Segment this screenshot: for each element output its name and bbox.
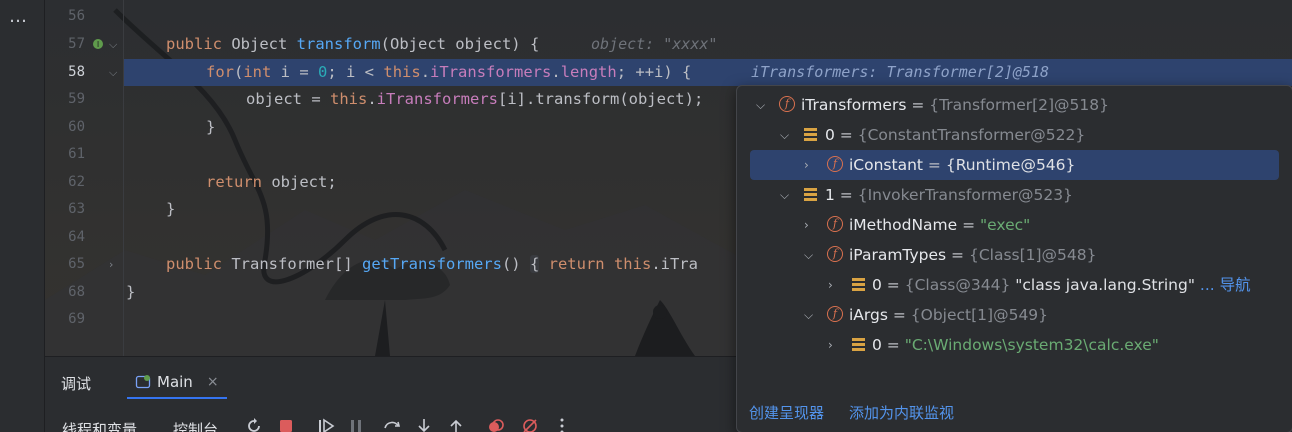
variable-entry: iConstant = {Runtime@546} — [849, 156, 1076, 174]
tree-row-selected[interactable]: › f iConstant = {Runtime@546} — [737, 150, 1292, 180]
line-number: 56 — [68, 8, 85, 24]
variable-entry: 1 = {InvokerTransformer@523} — [825, 186, 1073, 204]
line-number: 59 — [68, 91, 85, 107]
code-text: return object; — [206, 173, 337, 191]
code-line: 57 I ⌵ public Object transform(Object ob… — [45, 31, 1292, 58]
create-renderer-link[interactable]: 创建呈现器 — [749, 402, 824, 423]
line-number: 61 — [68, 146, 85, 162]
variable-entry: 0 = {ConstantTransformer@522} — [825, 126, 1086, 144]
tree-row[interactable]: ⌵ 0 = {ConstantTransformer@522} — [737, 121, 1292, 149]
fold-chevron-icon[interactable]: ⌵ — [109, 59, 117, 86]
view-breakpoints-icon[interactable] — [487, 417, 505, 432]
inline-value-hint: object: "xxxx" — [591, 35, 718, 53]
more-icon[interactable]: … — [9, 6, 28, 27]
tab-label: Main — [157, 373, 193, 391]
variable-inspection-popup: ⌵ f iTransformers = {Transformer[2]@518}… — [736, 85, 1292, 432]
tree-row[interactable]: ⌵ f iArgs = {Object[1]@549} — [737, 301, 1292, 329]
field-icon: f — [827, 306, 843, 322]
window-icon — [135, 375, 151, 389]
debug-title: 调试 — [61, 375, 92, 393]
variable-entry: iParamTypes = {Class[1]@548} — [849, 246, 1097, 264]
line-number: 57 — [68, 36, 85, 52]
step-into-icon[interactable] — [415, 417, 433, 432]
step-over-icon[interactable] — [383, 417, 401, 432]
tree-row[interactable]: › 0 = {Class@344} "class java.lang.Strin… — [737, 271, 1292, 299]
add-inline-watch-link[interactable]: 添加为内联监视 — [849, 402, 954, 423]
line-number: 62 — [68, 174, 85, 190]
chevron-down-icon[interactable]: ⌵ — [804, 241, 813, 269]
variable-entry: iTransformers = {Transformer[2]@518} — [801, 96, 1110, 114]
close-icon[interactable]: × — [207, 374, 219, 390]
tree-row[interactable]: ⌵ f iParamTypes = {Class[1]@548} — [737, 241, 1292, 269]
array-element-icon — [804, 128, 817, 141]
pause-icon[interactable] — [347, 417, 365, 432]
array-element-icon — [804, 188, 817, 201]
code-text: for(int i = 0; i < this.iTransformers.le… — [206, 63, 692, 81]
code-text: } — [166, 200, 176, 218]
resume-icon[interactable] — [317, 417, 335, 432]
tree-row[interactable]: › 0 = "C:\Windows\system32\calc.exe" — [737, 331, 1292, 359]
code-line: 58 ⌵ for(int i = 0; i < this.iTransforme… — [45, 59, 1292, 86]
stop-icon[interactable] — [277, 417, 295, 432]
field-icon: f — [779, 96, 795, 112]
line-number: 60 — [68, 119, 85, 135]
chevron-right-icon[interactable]: › — [804, 151, 809, 179]
tree-row[interactable]: › f iMethodName = "exec" — [737, 211, 1292, 239]
variable-entry: 0 = "C:\Windows\system32\calc.exe" — [872, 336, 1159, 354]
more-options-icon[interactable] — [553, 417, 571, 432]
navigate-link[interactable]: ... 导航 — [1195, 276, 1251, 294]
variable-entry: iArgs = {Object[1]@549} — [849, 306, 1049, 324]
folded-region: { — [529, 255, 540, 273]
chevron-down-icon[interactable]: ⌵ — [756, 91, 765, 119]
tab-console[interactable]: 控制台 — [173, 419, 218, 432]
chevron-down-icon[interactable]: ⌵ — [780, 181, 789, 209]
code-text: } — [126, 283, 136, 301]
chevron-right-icon[interactable]: › — [828, 331, 833, 359]
variable-entry: 0 = {Class@344} "class java.lang.String"… — [872, 276, 1251, 294]
code-text: public Object transform(Object object) { — [166, 35, 540, 53]
fold-expand-icon[interactable]: › — [109, 251, 113, 278]
line-number: 64 — [68, 229, 85, 245]
tab-main-session[interactable]: Main × — [127, 367, 227, 399]
tool-window-strip: … — [0, 0, 45, 432]
variable-entry: iMethodName = "exec" — [849, 216, 1031, 234]
line-number: 58 — [68, 64, 85, 80]
chevron-right-icon[interactable]: › — [804, 211, 809, 239]
line-number: 68 — [68, 284, 85, 300]
rerun-icon[interactable] — [245, 417, 263, 432]
line-number: 63 — [68, 201, 85, 217]
array-element-icon — [852, 338, 865, 351]
code-text: public Transformer[] getTransformers() {… — [166, 255, 698, 273]
tab-threads-variables[interactable]: 线程和变量 — [62, 419, 137, 432]
line-number: 65 — [68, 256, 85, 272]
line-number: 69 — [68, 311, 85, 327]
field-icon: f — [827, 246, 843, 262]
array-element-icon — [852, 278, 865, 291]
code-line: 56 — [45, 3, 1292, 30]
code-text: } — [206, 118, 216, 136]
tree-row[interactable]: ⌵ f iTransformers = {Transformer[2]@518} — [737, 91, 1292, 119]
chevron-down-icon[interactable]: ⌵ — [780, 121, 789, 149]
implements-marker-icon[interactable]: I — [92, 38, 104, 50]
step-out-icon[interactable] — [447, 417, 465, 432]
inline-value-hint: iTransformers: Transformer[2]@518 — [751, 63, 1050, 81]
code-text: object = this.iTransformers[i].transform… — [246, 90, 704, 108]
fold-chevron-icon[interactable]: ⌵ — [109, 31, 117, 58]
tree-row[interactable]: ⌵ 1 = {InvokerTransformer@523} — [737, 181, 1292, 209]
chevron-right-icon[interactable]: › — [828, 271, 833, 299]
field-icon: f — [827, 216, 843, 232]
svg-text:I: I — [97, 40, 99, 49]
chevron-down-icon[interactable]: ⌵ — [804, 301, 813, 329]
mute-breakpoints-icon[interactable] — [521, 417, 539, 432]
field-icon: f — [827, 156, 843, 172]
